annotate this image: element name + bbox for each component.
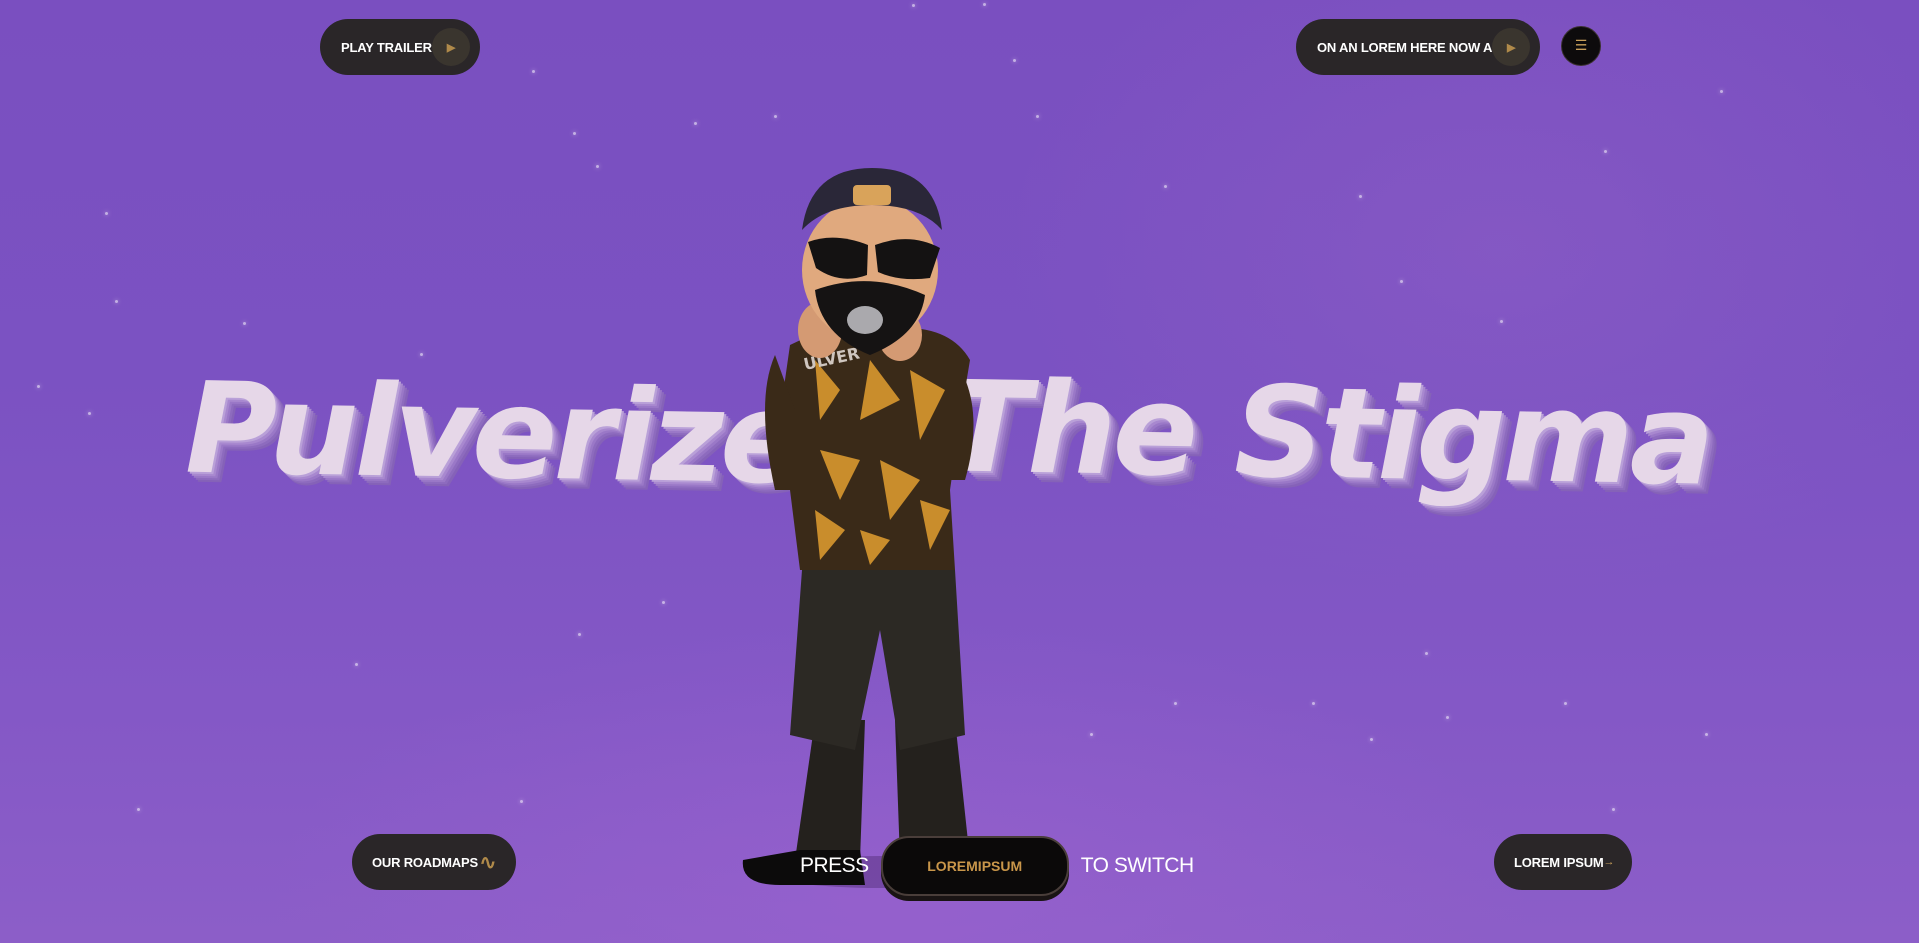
key-label: LOREMIPSUM — [927, 858, 1023, 874]
switch-hint: PRESS LOREMIPSUM TO SWITCH — [800, 836, 1194, 896]
arrow-right-icon: → — [1603, 856, 1615, 868]
lorem-ipsum-label: LOREM IPSUM — [1514, 854, 1604, 870]
roadmaps-button[interactable]: OUR ROADMAPS ∿ — [352, 834, 516, 890]
play-icon: ▶ — [432, 28, 470, 66]
route-icon: ∿ — [479, 851, 496, 874]
switch-label: TO SWITCH — [1080, 854, 1194, 877]
switch-key-button[interactable]: LOREMIPSUM — [880, 836, 1069, 896]
menu-icon: ☰ — [1574, 38, 1588, 54]
press-label: PRESS — [800, 854, 869, 877]
play-trailer-button[interactable]: PLAY TRAILER ▶ — [320, 19, 480, 75]
lorem-ipsum-button[interactable]: LOREM IPSUM → — [1494, 834, 1632, 890]
cta-button[interactable]: ON AN LOREM HERE NOW A ▶ — [1296, 19, 1540, 75]
menu-button[interactable]: ☰ — [1561, 26, 1601, 66]
play-icon: ▶ — [1492, 28, 1530, 66]
hero-title-part2: The Stigma — [945, 353, 1711, 514]
cta-label: ON AN LOREM HERE NOW A — [1317, 39, 1493, 55]
play-trailer-label: PLAY TRAILER — [341, 39, 432, 55]
hero-title-part1: Pulverize — [185, 354, 802, 513]
roadmaps-label: OUR ROADMAPS — [372, 854, 478, 870]
character-figure: ULVER — [742, 168, 995, 888]
